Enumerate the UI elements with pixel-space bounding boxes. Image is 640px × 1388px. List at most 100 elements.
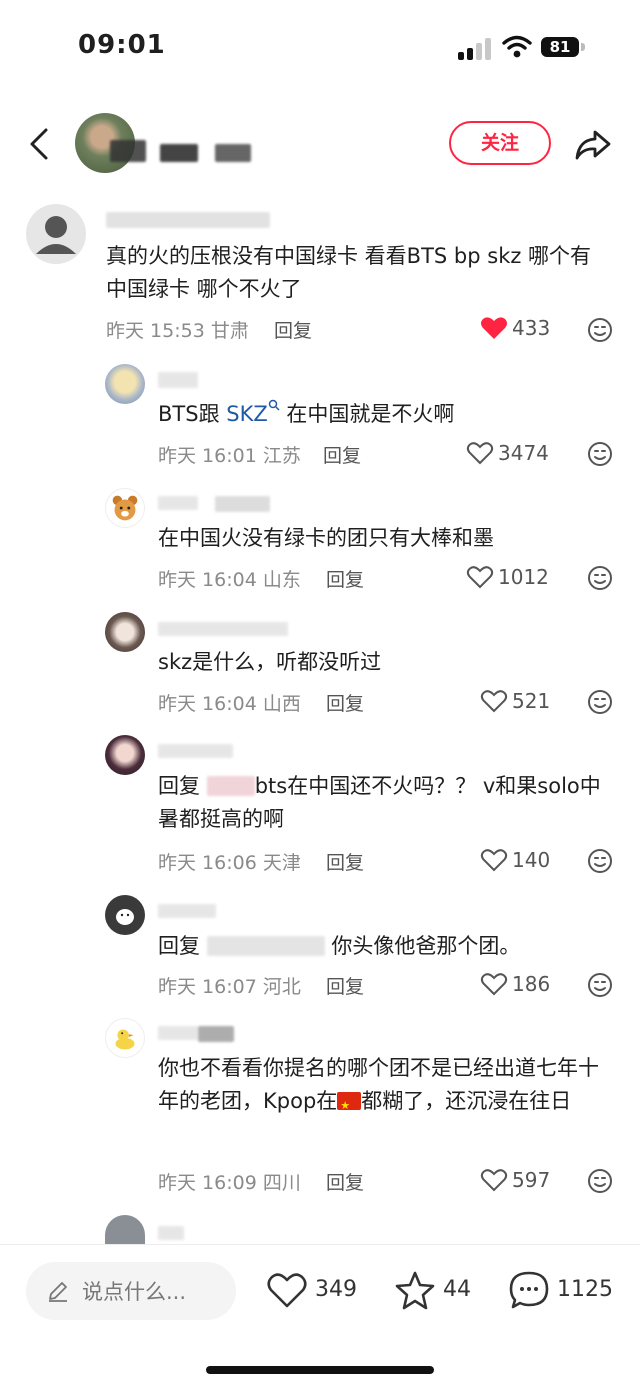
reply-button[interactable]: 回复	[326, 565, 364, 592]
comment-time: 昨天 16:09	[158, 1172, 257, 1194]
reply-button[interactable]: 回复	[274, 316, 312, 343]
comment-time: 昨天 16:04	[158, 693, 257, 715]
comment-text: 真的火的压根没有中国绿卡 看看BTS bp skz 哪个有中国绿卡 哪个不火了	[106, 244, 592, 301]
wifi-icon	[502, 35, 532, 58]
mention-redacted[interactable]	[206, 776, 255, 796]
comment-text: 在中国火没有绿卡的团只有大棒和墨	[158, 526, 494, 550]
duck-icon	[115, 1029, 135, 1050]
reply-button[interactable]: 回复	[323, 441, 361, 468]
comment-avatar[interactable]	[26, 204, 86, 264]
emoji-reaction-icon[interactable]	[587, 972, 613, 998]
comment-time: 昨天 15:53	[106, 320, 205, 342]
author-name-redacted	[160, 144, 198, 162]
like-button[interactable]: 186	[480, 971, 550, 997]
follow-button[interactable]: 关注	[449, 121, 551, 165]
comment-icon[interactable]	[508, 1270, 550, 1310]
heart-icon[interactable]	[266, 1270, 308, 1310]
like-count: 433	[512, 316, 551, 340]
comment-avatar[interactable]	[105, 1215, 145, 1244]
heart-icon	[480, 1169, 508, 1192]
username-redacted	[198, 1026, 234, 1042]
reply-prefix: 回复	[158, 934, 200, 958]
comment-avatar[interactable]	[105, 364, 145, 404]
comment-time: 昨天 16:04	[158, 569, 257, 591]
like-count: 186	[512, 972, 551, 996]
comment-meta: 昨天 16:04 山东	[158, 565, 301, 592]
comment-text: skz是什么，听都没听过	[158, 650, 382, 674]
pencil-icon	[49, 1282, 67, 1302]
reply-prefix: 回复	[158, 774, 200, 798]
comment-meta: 昨天 15:53 甘肃	[106, 316, 249, 343]
username-redacted	[158, 496, 198, 510]
like-button[interactable]: 521	[480, 688, 550, 714]
username-redacted	[106, 212, 270, 228]
back-icon[interactable]	[26, 126, 54, 162]
comment-meta: 昨天 16:07 河北	[158, 972, 301, 999]
seal-icon	[116, 909, 134, 925]
comment-location: 山西	[262, 693, 301, 715]
comment-location: 甘肃	[210, 320, 249, 342]
reply-button[interactable]: 回复	[326, 972, 364, 999]
emoji-reaction-icon[interactable]	[587, 689, 613, 715]
like-button[interactable]: 3474	[466, 440, 549, 466]
comment-avatar[interactable]	[105, 895, 145, 935]
comment-meta: 昨天 16:01 江苏	[158, 441, 301, 468]
battery-tip	[581, 43, 585, 51]
comment-meta: 昨天 16:04 山西	[158, 689, 301, 716]
like-button[interactable]: 1012	[466, 564, 549, 590]
heart-icon	[480, 973, 508, 996]
comment-time: 昨天 16:07	[158, 976, 257, 998]
like-count: 521	[512, 689, 551, 713]
comment-text: 你也不看看你提名的哪个团不是已经出道七年十年的老团，Kpop在都糊了，还沉浸在往…	[158, 1052, 618, 1122]
like-count: 140	[512, 848, 551, 872]
like-button[interactable]: 597	[480, 1167, 550, 1193]
post-star-count: 44	[443, 1277, 471, 1302]
emoji-reaction-icon[interactable]	[587, 317, 613, 343]
comment-location: 河北	[262, 976, 301, 998]
home-indicator	[206, 1366, 434, 1374]
comment-avatar[interactable]	[105, 488, 145, 528]
post-comment-count: 1125	[557, 1277, 613, 1302]
comment-text: 回复 你头像他爸那个团。	[158, 930, 618, 963]
username-redacted	[158, 1226, 184, 1240]
emoji-reaction-icon[interactable]	[587, 848, 613, 874]
emoji-reaction-icon[interactable]	[587, 565, 613, 591]
comment-time: 昨天 16:06	[158, 852, 257, 874]
emoji-reaction-icon[interactable]	[587, 441, 613, 467]
star-icon[interactable]	[394, 1270, 436, 1310]
mention-redacted[interactable]	[206, 936, 325, 956]
comment-avatar[interactable]	[105, 612, 145, 652]
signal-icon	[458, 38, 492, 60]
heart-filled-icon	[481, 317, 507, 339]
reply-button[interactable]: 回复	[326, 1168, 364, 1195]
comment-avatar[interactable]	[105, 1018, 145, 1058]
post-like-count: 349	[315, 1277, 357, 1302]
heart-icon	[480, 690, 508, 713]
search-icon	[268, 399, 280, 411]
comment-avatar[interactable]	[105, 735, 145, 775]
keyword-link[interactable]: SKZ	[226, 402, 268, 426]
like-button[interactable]: 433	[480, 315, 550, 341]
comment-text-part: 都糊了，还沉浸在往日	[361, 1089, 572, 1113]
emoji-reaction-icon[interactable]	[587, 1168, 613, 1194]
username-redacted	[158, 904, 216, 918]
comment-location: 江苏	[262, 445, 301, 467]
like-button[interactable]: 140	[480, 847, 550, 873]
comment-text-part: 你头像他爸那个团。	[331, 934, 521, 958]
author-name-redacted	[110, 140, 146, 162]
comment-text-part: 在中国就是不火啊	[279, 402, 455, 426]
comment-location: 四川	[262, 1172, 301, 1194]
status-time: 09:01	[78, 30, 166, 60]
username-redacted	[158, 622, 288, 636]
reply-button[interactable]: 回复	[326, 689, 364, 716]
author-name-redacted	[215, 144, 251, 162]
reply-button[interactable]: 回复	[326, 848, 364, 875]
comment-meta: 昨天 16:06 天津	[158, 848, 301, 875]
comment-location: 天津	[262, 852, 301, 874]
china-flag-icon	[337, 1089, 362, 1122]
bear-icon	[112, 495, 138, 521]
comment-input-placeholder[interactable]: 说点什么...	[82, 1276, 186, 1306]
heart-icon	[466, 566, 494, 589]
share-icon[interactable]	[573, 124, 613, 164]
comment-meta: 昨天 16:09 四川	[158, 1168, 301, 1195]
